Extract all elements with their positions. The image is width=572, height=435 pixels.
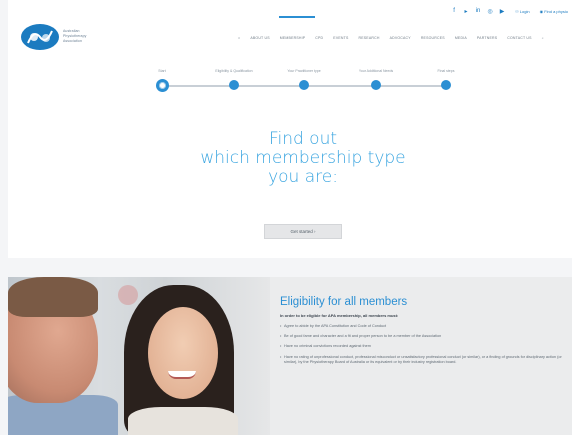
photo-woman-smile — [168, 371, 196, 379]
twitter-icon[interactable]: ▸ — [463, 8, 469, 15]
hero-section: Australian Physiotherapy Association f ▸… — [8, 0, 572, 258]
step-practitioner-type[interactable]: Your Practitioner type — [274, 68, 334, 90]
home-icon[interactable]: ⌂ — [238, 36, 240, 40]
hero-headline: Find out which membership type you are: — [148, 130, 458, 187]
nav-item-research[interactable]: RESEARCH — [359, 36, 380, 40]
search-icon[interactable]: ⌕ — [542, 36, 544, 40]
headline-line-2: which membership type — [200, 148, 406, 168]
nav-active-indicator — [279, 16, 315, 18]
photo-man-hair — [8, 277, 98, 317]
utility-bar: f ▸ in ◎ ▶ ⚇ Login ◉ Find a physio — [451, 6, 568, 16]
youtube-icon[interactable]: ▶ — [499, 8, 505, 15]
membership-stepper: Start Eligibility & Qualification Your P… — [155, 68, 456, 98]
find-physio-label: Find a physio — [544, 8, 568, 14]
step-start[interactable]: Start — [132, 68, 192, 92]
eligibility-section: Eligibility for all members In order to … — [8, 277, 572, 435]
get-started-label: Get started — [290, 229, 313, 234]
eligibility-list: Agree to abide by the APA Constitution a… — [280, 324, 562, 365]
nav-item-advocacy[interactable]: ADVOCACY — [390, 36, 411, 40]
list-item: Agree to abide by the APA Constitution a… — [280, 324, 562, 329]
photo-woman-face — [148, 307, 218, 399]
nav-item-media[interactable]: MEDIA — [455, 36, 467, 40]
facebook-icon[interactable]: f — [451, 8, 457, 14]
step-dot — [155, 79, 169, 92]
step-label: Your Additional Needs — [358, 69, 394, 73]
nav-item-cpd[interactable]: CPD — [315, 36, 323, 40]
login-label: Login — [519, 8, 530, 14]
eligibility-panel: Eligibility for all members In order to … — [270, 277, 572, 435]
instagram-icon[interactable]: ◎ — [487, 8, 493, 15]
page-frame: Australian Physiotherapy Association f ▸… — [0, 0, 572, 435]
step-label: Eligibility & Qualification — [215, 69, 253, 73]
chevron-right-icon: › — [312, 229, 316, 234]
linkedin-icon[interactable]: in — [475, 8, 481, 14]
step-eligibility[interactable]: Eligibility & Qualification — [204, 68, 264, 90]
step-dot — [441, 80, 451, 90]
photo-bg-shape — [118, 285, 138, 305]
logo-line-3: Association — [63, 39, 82, 43]
list-item: Have no criminal convictions recorded ag… — [280, 344, 562, 349]
location-icon: ◉ — [539, 8, 544, 14]
step-dot — [299, 80, 309, 90]
step-label: Start — [158, 69, 166, 73]
logo-mark-icon — [21, 24, 59, 50]
find-physio-link[interactable]: ◉ Find a physio — [540, 9, 568, 14]
get-started-button[interactable]: Get started › — [264, 224, 342, 239]
step-dot — [229, 80, 239, 90]
step-additional-needs[interactable]: Your Additional Needs — [346, 68, 406, 90]
main-nav: ⌂ ABOUT US MEMBERSHIP CPD EVENTS RESEARC… — [238, 36, 544, 40]
user-icon: ⚇ — [515, 8, 519, 14]
nav-item-resources[interactable]: RESOURCES — [421, 36, 445, 40]
members-photo — [8, 277, 270, 435]
photo-woman-top — [128, 407, 238, 435]
nav-item-about[interactable]: ABOUT US — [250, 36, 269, 40]
list-item: Be of good fame and character and a fit … — [280, 334, 562, 339]
apa-logo[interactable]: Australian Physiotherapy Association — [20, 23, 120, 51]
headline-line-3: you are: — [268, 167, 338, 187]
logo-wordmark: Australian Physiotherapy Association — [63, 29, 123, 44]
nav-item-partners[interactable]: PARTNERS — [477, 36, 497, 40]
nav-item-events[interactable]: EVENTS — [333, 36, 348, 40]
step-final[interactable]: Final steps — [416, 68, 476, 90]
headline-line-1: Find out — [268, 129, 338, 149]
eligibility-heading: Eligibility for all members — [280, 296, 408, 308]
step-dot — [371, 80, 381, 90]
step-label: Your Practitioner type — [287, 69, 321, 73]
eligibility-intro: In order to be eligible for APA membersh… — [280, 313, 399, 318]
step-label: Final steps — [437, 69, 455, 73]
login-link[interactable]: ⚇ Login — [515, 9, 530, 14]
nav-item-contact[interactable]: CONTACT US — [507, 36, 531, 40]
nav-item-membership[interactable]: MEMBERSHIP — [280, 36, 306, 40]
list-item: Have no rating of unprofessional conduct… — [280, 355, 562, 365]
